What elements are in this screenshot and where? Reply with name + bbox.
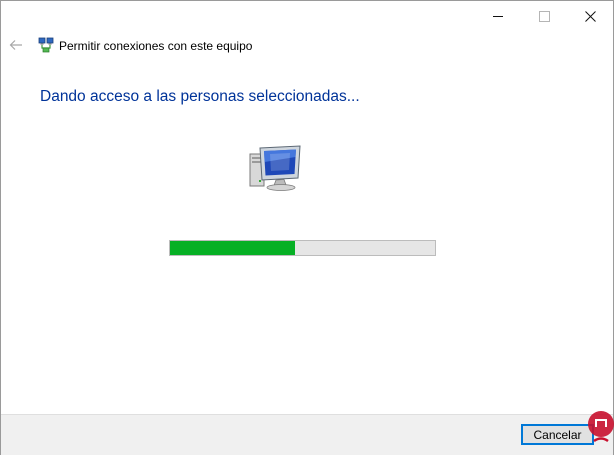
- minimize-button[interactable]: [475, 1, 521, 32]
- cancel-button[interactable]: Cancelar: [521, 424, 594, 445]
- minimize-icon: [493, 16, 503, 17]
- maximize-icon: [538, 11, 550, 22]
- title-bar[interactable]: [1, 1, 613, 33]
- maximize-button[interactable]: [521, 1, 567, 32]
- footer: Cancelar: [1, 414, 613, 455]
- close-icon: [584, 11, 596, 22]
- progress-bar: [169, 240, 436, 256]
- close-button[interactable]: [567, 1, 613, 32]
- back-button[interactable]: [7, 37, 25, 53]
- window-title: Permitir conexiones con este equipo: [59, 39, 253, 53]
- watermark-logo-icon: [588, 411, 614, 443]
- network-connections-icon: [38, 37, 54, 53]
- back-arrow-icon: [9, 40, 22, 50]
- page-heading: Dando acceso a las personas seleccionada…: [40, 88, 360, 105]
- dialog-window: Permitir conexiones con este equipo Dand…: [0, 0, 614, 455]
- progress-fill: [170, 241, 295, 255]
- network-computer-icon: [249, 145, 301, 191]
